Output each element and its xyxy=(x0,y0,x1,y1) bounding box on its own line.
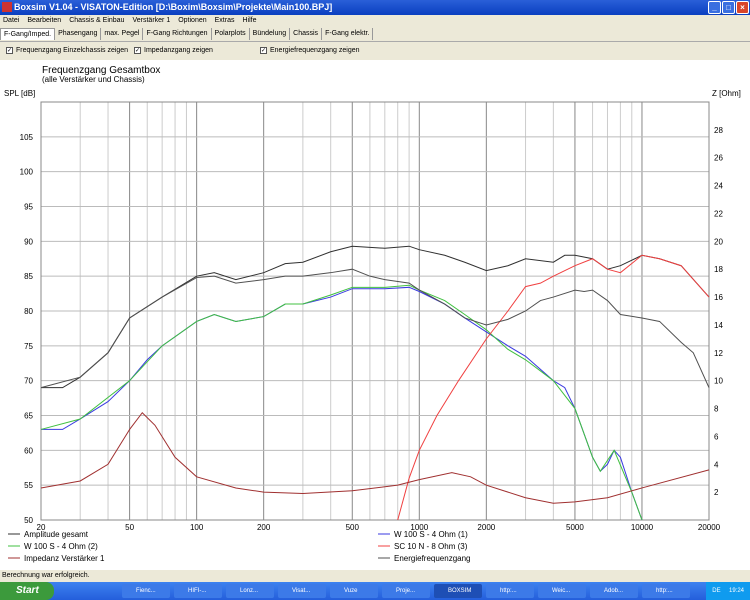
menu-item[interactable]: Bearbeiten xyxy=(27,15,61,27)
option-label: Frequenzgang Einzelchassis zeigen xyxy=(16,47,129,54)
option-frequenzgang-einzelchassis[interactable]: ✓ Frequenzgang Einzelchassis zeigen xyxy=(6,47,128,54)
taskbar-item[interactable]: Proje... xyxy=(382,584,430,598)
y-tick-label: 55 xyxy=(24,481,33,490)
legend-label: Amplitude gesamt xyxy=(24,530,89,539)
tab[interactable]: Chassis xyxy=(290,28,323,40)
x-tick-label: 50 xyxy=(125,523,134,532)
minimize-button[interactable]: _ xyxy=(708,1,721,14)
app-icon xyxy=(2,2,12,12)
y2-tick-label: 12 xyxy=(714,349,723,358)
start-button[interactable]: Start xyxy=(0,582,54,600)
y-tick-label: 85 xyxy=(24,272,33,281)
tab[interactable]: Phasengang xyxy=(55,28,102,40)
y2-tick-label: 24 xyxy=(714,182,723,191)
checkbox[interactable]: ✓ xyxy=(260,47,267,54)
window-title: Boxsim V1.04 - VISATON-Edition [D:\Boxim… xyxy=(14,2,333,12)
taskbar-item[interactable]: Lonz... xyxy=(226,584,274,598)
x-tick-label: 200 xyxy=(257,523,271,532)
y2-tick-label: 10 xyxy=(714,377,723,386)
tab[interactable]: F-Gang elektr. xyxy=(322,28,374,40)
taskbar-item[interactable]: Weic... xyxy=(538,584,586,598)
taskbar-item[interactable]: Fienc... xyxy=(122,584,170,598)
y-tick-label: 65 xyxy=(24,412,33,421)
checkbox[interactable]: ✓ xyxy=(134,47,141,54)
x-tick-label: 100 xyxy=(190,523,204,532)
menu-item[interactable]: Hilfe xyxy=(242,15,256,27)
tab[interactable]: Polarplots xyxy=(212,28,250,40)
x-tick-label: 20000 xyxy=(698,523,721,532)
y2-tick-label: 18 xyxy=(714,265,723,274)
frequency-response-chart: 50 55 60 65 70 75 80 85 90 95 100 105 2 4 6 8 10 12 14 16 18… xyxy=(0,60,750,570)
tab[interactable]: max. Pegel xyxy=(101,28,144,40)
y-tick-label: 50 xyxy=(24,516,33,525)
x-tick-label: 2000 xyxy=(477,523,495,532)
menu-item[interactable]: Verstärker 1 xyxy=(132,15,170,27)
y-tick-label: 95 xyxy=(24,203,33,212)
option-energiefrequenzgang[interactable]: ✓ Energiefrequenzgang zeigen xyxy=(260,47,360,54)
taskbar-item[interactable]: http:... xyxy=(486,584,534,598)
status-bar: Berechnung war erfolgreich. xyxy=(2,572,90,579)
system-tray: DE 19:24 xyxy=(706,582,750,600)
title-bar: Boxsim V1.04 - VISATON-Edition [D:\Boxim… xyxy=(0,0,750,15)
y-axis-label: SPL [dB] xyxy=(4,89,35,98)
taskbar-item[interactable]: HIFI-... xyxy=(174,584,222,598)
legend-label: W 100 S - 4 Ohm (2) xyxy=(24,542,98,551)
y2-tick-label: 26 xyxy=(714,154,723,163)
x-tick-label: 5000 xyxy=(566,523,584,532)
y-tick-label: 60 xyxy=(24,446,33,455)
y-tick-label: 100 xyxy=(20,168,34,177)
option-label: Energiefrequenzgang zeigen xyxy=(270,47,360,54)
chart-subtitle: (alle Verstärker und Chassis) xyxy=(42,75,145,84)
taskbar-item[interactable]: BOXSIM xyxy=(434,584,482,598)
menu-bar: Datei Bearbeiten Chassis & Einbau Verstärke… xyxy=(0,15,750,27)
y-tick-label: 75 xyxy=(24,342,33,351)
clock: 19:24 xyxy=(728,588,744,594)
taskbar-item[interactable]: Adob... xyxy=(590,584,638,598)
legend-label: Energiefrequenzgang xyxy=(394,554,471,563)
taskbar-item[interactable]: Visat... xyxy=(278,584,326,598)
y2-tick-label: 4 xyxy=(714,460,719,469)
tab-bar: F-Gang/Imped. Phasengang max. Pegel F-Gang … xyxy=(0,28,374,40)
language-indicator[interactable]: DE xyxy=(712,588,720,594)
tab[interactable]: F-Gang Richtungen xyxy=(143,28,212,40)
y2-tick-label: 14 xyxy=(714,321,723,330)
y2-tick-label: 2 xyxy=(714,488,719,497)
option-impedanzgang[interactable]: ✓ Impedanzgang zeigen xyxy=(134,47,213,54)
x-tick-label: 500 xyxy=(346,523,360,532)
tab[interactable]: F-Gang/Imped. xyxy=(0,28,56,40)
legend-label: W 100 S - 4 Ohm (1) xyxy=(394,530,468,539)
legend-label: Impedanz Verstärker 1 xyxy=(24,554,105,563)
option-label: Impedanzgang zeigen xyxy=(144,47,213,54)
menu-item[interactable]: Datei xyxy=(3,15,19,27)
x-tick-label: 10000 xyxy=(631,523,654,532)
y2-tick-label: 22 xyxy=(714,209,723,218)
y-tick-label: 70 xyxy=(24,377,33,386)
y2-axis-label: Z [Ohm] xyxy=(712,89,741,98)
tab[interactable]: Bündelung xyxy=(250,28,291,40)
menu-item[interactable]: Extras xyxy=(215,15,235,27)
y2-tick-label: 20 xyxy=(714,237,723,246)
y2-tick-label: 16 xyxy=(714,293,723,302)
y-tick-label: 105 xyxy=(20,133,34,142)
taskbar: Start Fienc... HIFI-... Lonz... Visat... Vuze… xyxy=(0,582,750,600)
y2-tick-label: 6 xyxy=(714,432,719,441)
maximize-button[interactable]: □ xyxy=(722,1,735,14)
y-tick-label: 80 xyxy=(24,307,33,316)
taskbar-item[interactable]: http:... xyxy=(642,584,690,598)
options-bar: ✓ Frequenzgang Einzelchassis zeigen ✓ Impe… xyxy=(0,41,750,59)
checkbox[interactable]: ✓ xyxy=(6,47,13,54)
legend-label: SC 10 N - 8 Ohm (3) xyxy=(394,542,468,551)
menu-item[interactable]: Chassis & Einbau xyxy=(69,15,124,27)
y-tick-label: 90 xyxy=(24,237,33,246)
close-button[interactable]: × xyxy=(736,1,749,14)
y2-tick-label: 28 xyxy=(714,126,723,135)
taskbar-item[interactable]: Vuze xyxy=(330,584,378,598)
y2-tick-label: 8 xyxy=(714,405,719,414)
menu-item[interactable]: Optionen xyxy=(178,15,206,27)
